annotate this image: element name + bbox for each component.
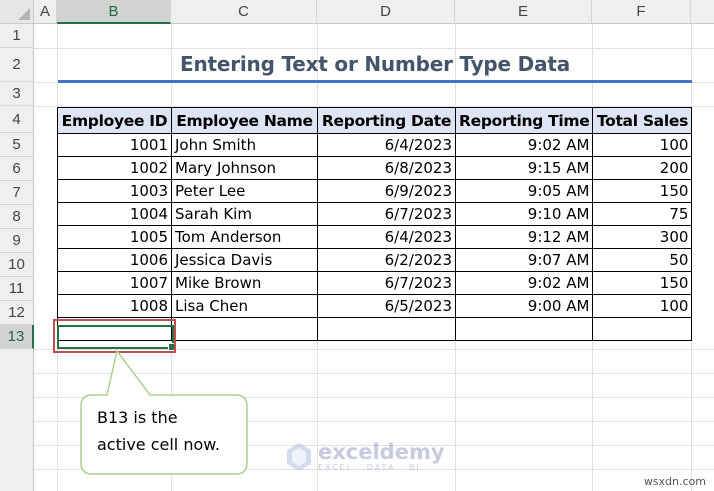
site-brand: wsxdn.com — [643, 475, 706, 488]
callout-line-2: active cell now. — [97, 435, 220, 454]
spreadsheet: A B C D E F 1 2 3 4 5 6 7 8 9 10 11 12 1… — [0, 0, 714, 491]
callout-line-1: B13 is the — [97, 408, 178, 427]
callout-text: B13 is the active cell now. — [97, 404, 247, 458]
watermark-tagline: EXCEL · DATA · BI — [318, 463, 421, 472]
watermark: exceldemy EXCEL · DATA · BI — [286, 441, 445, 472]
exceldemy-logo-icon — [287, 442, 311, 471]
watermark-name: exceldemy — [318, 440, 445, 464]
